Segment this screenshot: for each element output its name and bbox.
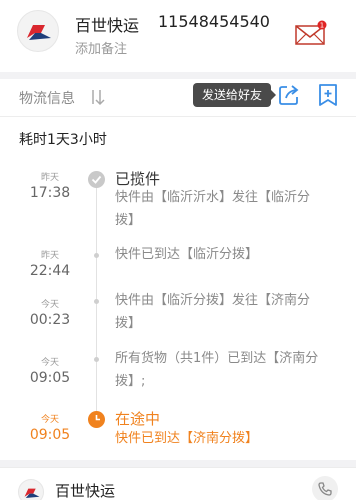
- entry-time: 00:23: [29, 312, 71, 328]
- footer-courier-name: 百世快运: [55, 482, 116, 500]
- entry-desc-line1: 所有货物（共1件）已到达【济南分: [115, 351, 319, 366]
- divider: [0, 72, 356, 79]
- entry-day: 昨天: [40, 173, 59, 183]
- courier-header: 百世快运 11548454540 添加备注 1: [0, 0, 356, 72]
- logistics-tab-bar: 物流信息 发送给好友: [0, 79, 356, 117]
- entry-desc-line1: 快件由【临沂沂水】发往【临沂分: [115, 190, 311, 205]
- entry-desc-line2: 拨】: [115, 316, 142, 331]
- sort-toggle-icon[interactable]: [88, 87, 106, 107]
- entry-status: 在途中: [115, 410, 161, 428]
- entry-day: 今天: [40, 358, 59, 368]
- collected-check-icon: [88, 171, 105, 188]
- entry-desc-line2: 拨】;: [115, 374, 146, 389]
- courier-name: 百世快运: [75, 16, 140, 35]
- mail-badge: 1: [320, 22, 324, 30]
- entry-time: 09:05: [29, 370, 71, 386]
- entry-desc-line1: 快件由【临沂分拨】发往【济南分: [115, 293, 311, 308]
- transit-duration: 耗时1天3小时: [19, 132, 107, 148]
- entry-day: 昨天: [40, 251, 59, 261]
- timeline-dot: [94, 253, 99, 258]
- entry-time: 09:05: [29, 427, 71, 443]
- entry-day: 今天: [40, 300, 59, 310]
- phone-icon: [318, 482, 332, 496]
- courier-logo-icon: [17, 10, 59, 52]
- in-transit-clock-icon: [88, 411, 105, 428]
- entry-day: 今天: [40, 415, 59, 425]
- bookmark-add-icon[interactable]: [317, 83, 339, 107]
- entry-desc-line1: 快件已到达【济南分拨】: [115, 431, 259, 446]
- entry-desc-line2: 拨】: [115, 213, 142, 228]
- tracking-page: 百世快运 11548454540 添加备注 1 物流信息 发送给好友 耗时1天3…: [0, 0, 356, 500]
- share-icon[interactable]: [277, 83, 301, 107]
- entry-time: 17:38: [29, 185, 71, 201]
- envelope-icon: 1: [295, 20, 327, 45]
- courier-logo-icon: [18, 479, 44, 500]
- courier-contact-bar: 百世快运: [0, 467, 356, 500]
- entry-desc-line1: 快件已到达【临沂分拨】: [115, 247, 259, 262]
- divider: [0, 460, 356, 467]
- call-courier-button[interactable]: [312, 476, 338, 500]
- tab-logistics-info[interactable]: 物流信息: [19, 88, 75, 108]
- tracking-number[interactable]: 11548454540: [158, 12, 270, 31]
- timeline-dot: [94, 299, 99, 304]
- mail-button[interactable]: 1: [294, 20, 328, 46]
- timeline-dot: [94, 357, 99, 362]
- add-note-link[interactable]: 添加备注: [75, 38, 127, 57]
- send-to-friend-tooltip: 发送给好友: [193, 83, 276, 107]
- entry-time: 22:44: [29, 263, 71, 279]
